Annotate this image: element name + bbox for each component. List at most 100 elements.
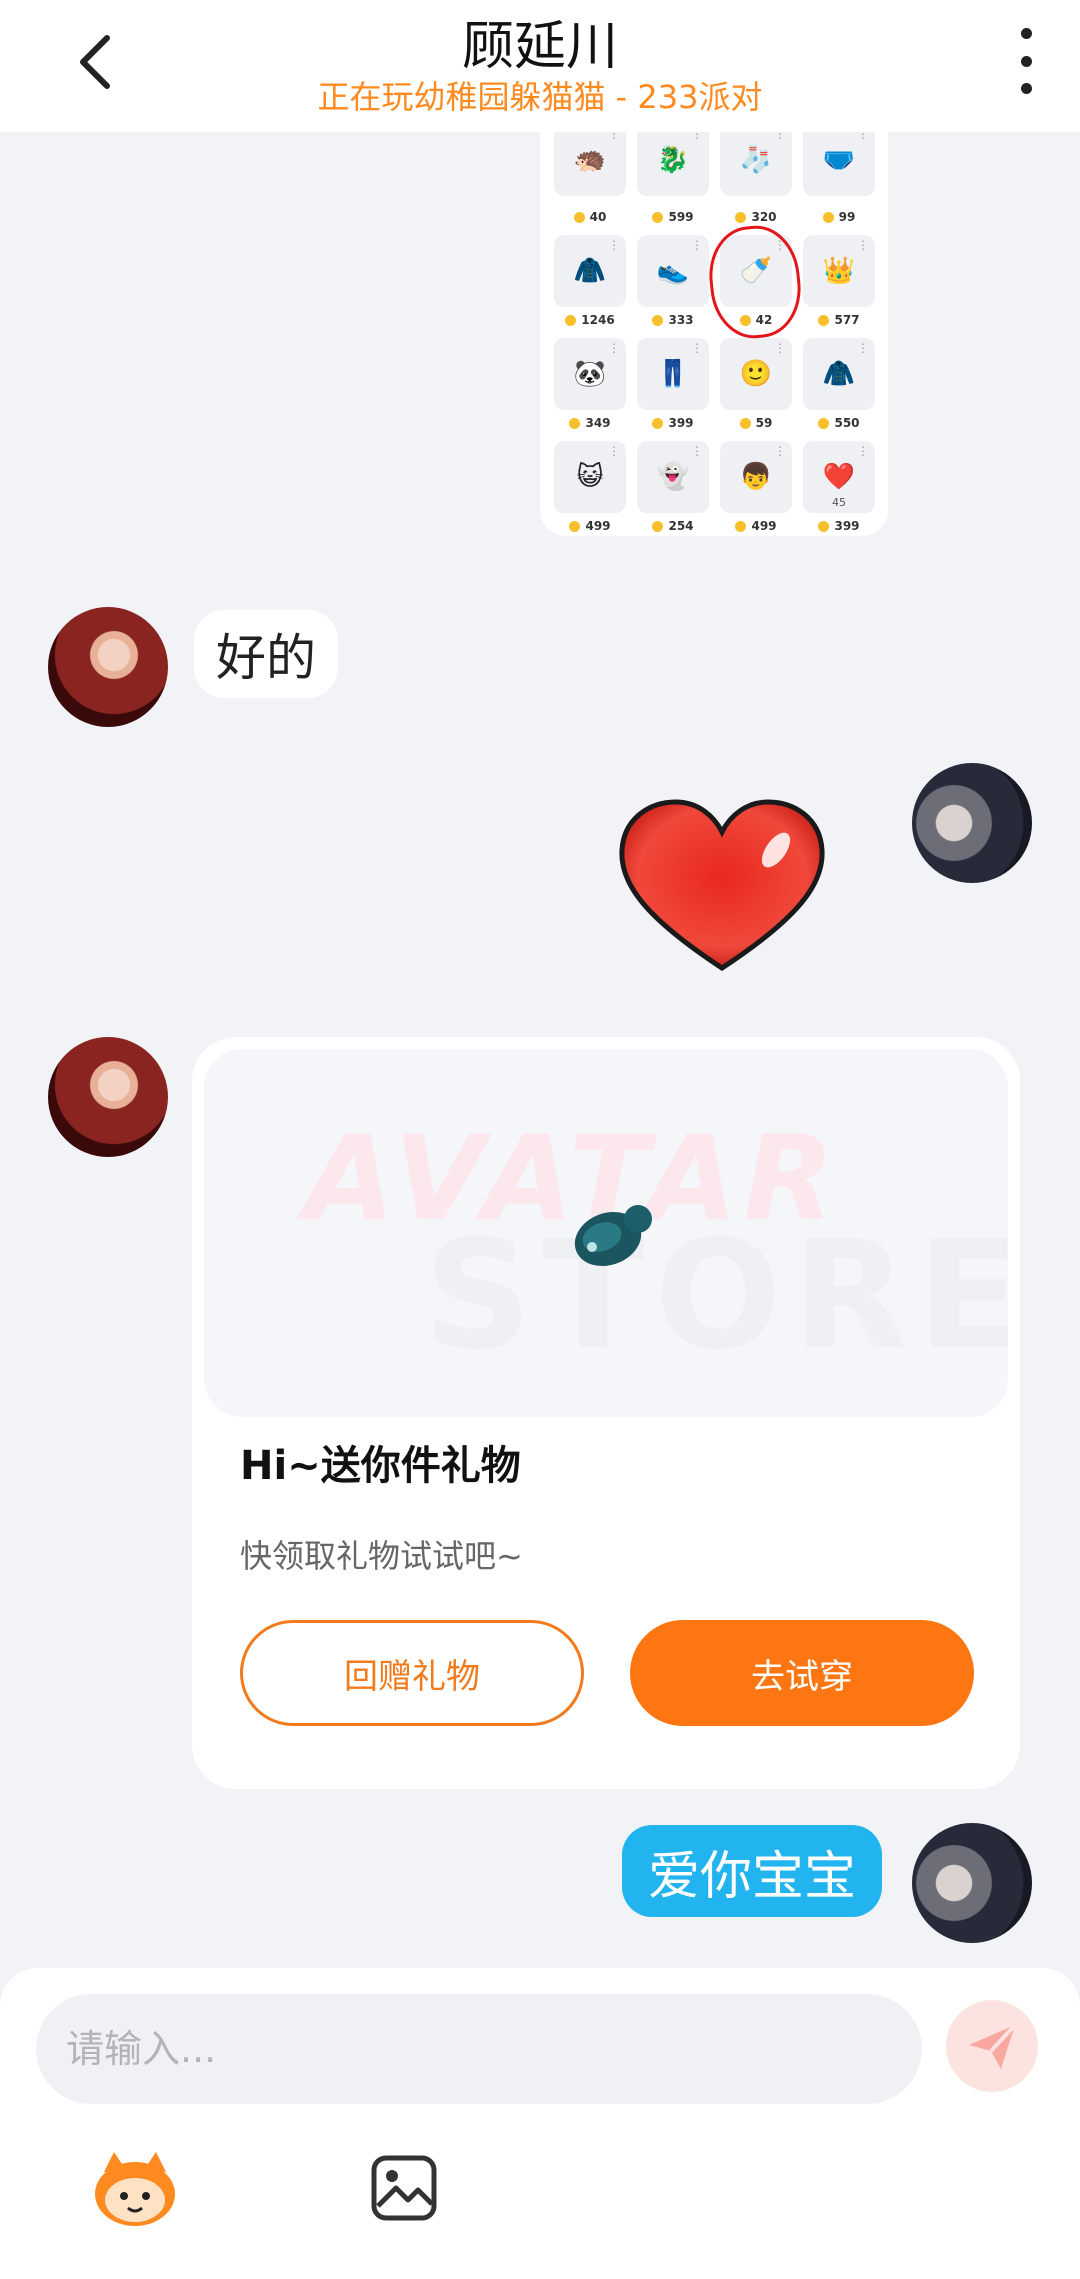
store-item-price: 320 bbox=[720, 210, 792, 224]
item-menu-icon: ⋮ bbox=[774, 132, 786, 141]
store-item-thumbnail: 👦 ⋮ bbox=[720, 441, 792, 513]
coin-icon bbox=[822, 211, 834, 223]
received-message[interactable]: 好的 bbox=[194, 610, 338, 698]
contact-avatar[interactable] bbox=[48, 607, 168, 727]
coin-icon bbox=[652, 520, 664, 532]
pacifier-icon bbox=[574, 1205, 652, 1267]
price-value: 40 bbox=[589, 210, 607, 224]
store-screenshot-image[interactable]: 🦔 ⋮ 40 🐉 ⋮ 599 🧦 ⋮ 320 🩲 ⋮ 99 🧥 ⋮ 1246 👟 ⋮ 333 🍼 ⋮ 42 👑 ⋮ 577 🐼 ⋮… bbox=[540, 132, 888, 536]
store-item-thumbnail: 👟 ⋮ bbox=[637, 235, 709, 307]
store-item-thumbnail: 👻 ⋮ bbox=[637, 441, 709, 513]
item-menu-icon: ⋮ bbox=[857, 341, 869, 355]
store-item-price: 399 bbox=[637, 416, 709, 430]
my-avatar[interactable] bbox=[912, 763, 1032, 883]
more-button[interactable] bbox=[1006, 28, 1046, 94]
store-item-price: 499 bbox=[720, 519, 792, 533]
store-item: 🐉 ⋮ 599 bbox=[637, 132, 709, 235]
image-icon[interactable] bbox=[370, 2154, 438, 2222]
item-menu-icon: ⋮ bbox=[691, 444, 703, 458]
item-menu-icon: ⋮ bbox=[608, 132, 620, 141]
store-item: 🧥 ⋮ 1246 bbox=[554, 235, 626, 338]
store-item-price: 599 bbox=[637, 210, 709, 224]
item-menu-icon: ⋮ bbox=[691, 238, 703, 252]
store-item-thumbnail: 🦔 ⋮ bbox=[554, 132, 626, 196]
store-item-price: 99 bbox=[803, 210, 875, 224]
store-item-thumbnail: 😺 ⋮ bbox=[554, 441, 626, 513]
store-item-thumbnail: 🐉 ⋮ bbox=[637, 132, 709, 196]
coin-icon bbox=[818, 314, 830, 326]
store-item-thumbnail: 🧥 ⋮ bbox=[554, 235, 626, 307]
message-input-box[interactable] bbox=[36, 1994, 922, 2104]
store-item: 🐼 ⋮ 349 bbox=[554, 338, 626, 441]
item-menu-icon: ⋮ bbox=[608, 238, 620, 252]
coin-icon bbox=[652, 314, 664, 326]
gift-banner: AVATAR STORE bbox=[204, 1049, 1008, 1417]
store-item-price: 333 bbox=[637, 313, 709, 327]
store-item-price: 40 bbox=[554, 210, 626, 224]
store-item: 👦 ⋮ 499 bbox=[720, 441, 792, 536]
store-item-thumbnail: 🙂 ⋮ bbox=[720, 338, 792, 410]
coin-icon bbox=[818, 417, 830, 429]
store-item: 👟 ⋮ 333 bbox=[637, 235, 709, 338]
coin-icon bbox=[569, 520, 581, 532]
return-gift-button[interactable]: 回赠礼物 bbox=[240, 1620, 584, 1726]
store-item: 👑 ⋮ 577 bbox=[803, 235, 875, 338]
chat-status[interactable]: 正在玩幼稚园躲猫猫 - 233派对 bbox=[0, 72, 1080, 118]
my-avatar[interactable] bbox=[912, 1823, 1032, 1943]
item-menu-icon: ⋮ bbox=[857, 444, 869, 458]
store-item: 🦔 ⋮ 40 bbox=[554, 132, 626, 235]
message-input[interactable] bbox=[66, 2027, 886, 2071]
store-item-price: 349 bbox=[554, 416, 626, 430]
price-value: 320 bbox=[751, 210, 777, 224]
gift-subtitle: 快领取礼物试试吧~ bbox=[240, 1537, 523, 1575]
heart-sticker[interactable] bbox=[616, 798, 828, 976]
store-item-thumbnail: 👑 ⋮ bbox=[803, 235, 875, 307]
store-item-thumbnail: ❤️ ⋮ 45 bbox=[803, 441, 875, 513]
store-item-price: 499 bbox=[554, 519, 626, 533]
item-menu-icon: ⋮ bbox=[691, 341, 703, 355]
more-vertical-icon bbox=[1020, 28, 1032, 39]
store-item-price: 1246 bbox=[554, 313, 626, 327]
input-panel bbox=[0, 1968, 1080, 2279]
coin-icon bbox=[735, 211, 747, 223]
store-item-thumbnail: 🧦 ⋮ bbox=[720, 132, 792, 196]
item-badge: 45 bbox=[832, 496, 846, 509]
price-value: 1246 bbox=[581, 313, 615, 327]
item-menu-icon: ⋮ bbox=[691, 132, 703, 141]
coin-icon bbox=[652, 417, 664, 429]
price-value: 333 bbox=[668, 313, 694, 327]
send-button[interactable] bbox=[946, 2000, 1038, 2092]
store-item-grid: 🦔 ⋮ 40 🐉 ⋮ 599 🧦 ⋮ 320 🩲 ⋮ 99 🧥 ⋮ 1246 👟 ⋮ 333 🍼 ⋮ 42 👑 ⋮ 577 🐼 ⋮… bbox=[554, 132, 875, 536]
mascot-icon[interactable] bbox=[90, 2148, 180, 2228]
store-item: ❤️ ⋮ 45 399 bbox=[803, 441, 875, 536]
store-item-thumbnail: 🧥 ⋮ bbox=[803, 338, 875, 410]
store-item-price: 577 bbox=[803, 313, 875, 327]
price-value: 499 bbox=[585, 519, 611, 533]
chat-header: 顾延川 正在玩幼稚园躲猫猫 - 233派对 bbox=[0, 0, 1080, 132]
price-value: 399 bbox=[834, 519, 860, 533]
coin-icon bbox=[652, 211, 664, 223]
try-on-button[interactable]: 去试穿 bbox=[630, 1620, 974, 1726]
store-item: 🙂 ⋮ 59 bbox=[720, 338, 792, 441]
watermark-store: STORE bbox=[424, 1209, 1008, 1383]
coin-icon bbox=[818, 520, 830, 532]
contact-avatar[interactable] bbox=[48, 1037, 168, 1157]
price-value: 59 bbox=[755, 416, 773, 430]
price-value: 399 bbox=[668, 416, 694, 430]
send-icon bbox=[969, 2023, 1017, 2069]
item-menu-icon: ⋮ bbox=[857, 238, 869, 252]
store-item-thumbnail: 🩲 ⋮ bbox=[803, 132, 875, 196]
price-value: 550 bbox=[834, 416, 860, 430]
price-value: 349 bbox=[585, 416, 611, 430]
price-value: 99 bbox=[838, 210, 856, 224]
price-value: 599 bbox=[668, 210, 694, 224]
coin-icon bbox=[569, 417, 581, 429]
coin-icon bbox=[573, 211, 585, 223]
sent-message[interactable]: 爱你宝宝 bbox=[622, 1825, 883, 1917]
store-item-price: 254 bbox=[637, 519, 709, 533]
store-item-thumbnail: 👖 ⋮ bbox=[637, 338, 709, 410]
gift-card[interactable]: AVATAR STORE Hi~送你件礼物 快领取礼物试试吧~ 回赠礼物 去试穿 bbox=[192, 1037, 1020, 1789]
coin-icon bbox=[565, 314, 577, 326]
gift-title: Hi~送你件礼物 bbox=[240, 1443, 521, 1489]
store-item: 👖 ⋮ 399 bbox=[637, 338, 709, 441]
